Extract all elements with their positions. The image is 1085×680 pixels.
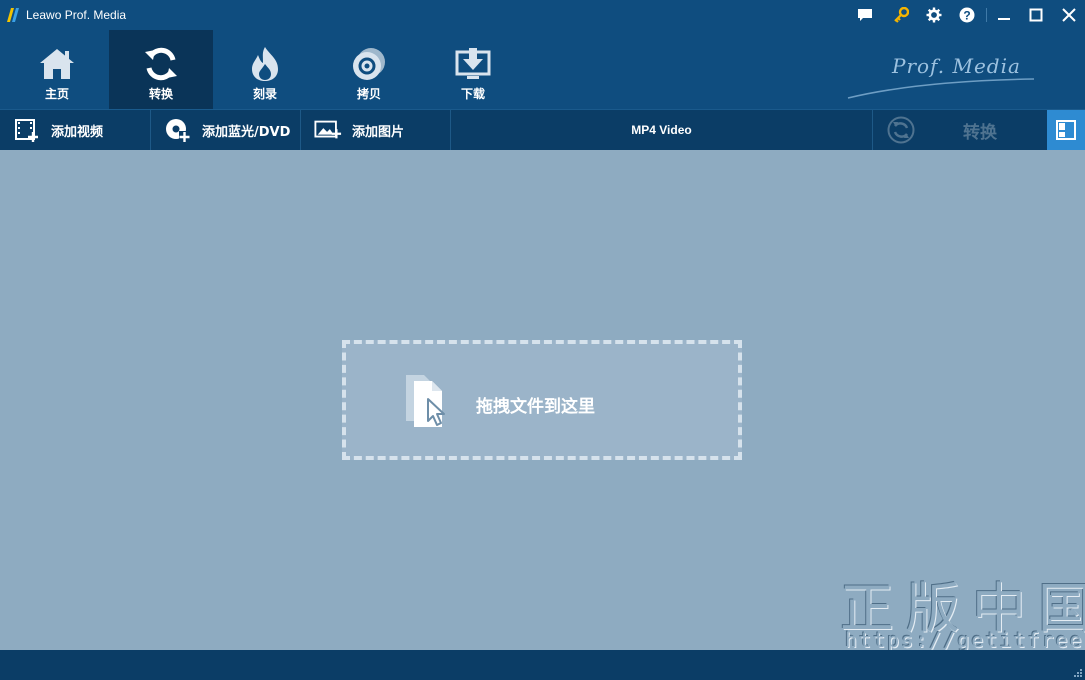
nav-burn[interactable]: 刻录 <box>213 30 317 109</box>
chat-icon[interactable] <box>849 0 881 30</box>
nav-copy[interactable]: 拷贝 <box>317 30 421 109</box>
title-bar: Leawo Prof. Media ? <box>0 0 1085 30</box>
titlebar-divider <box>986 8 987 22</box>
nav-convert-label: 转换 <box>148 87 173 101</box>
status-bar <box>0 650 1085 680</box>
film-add-icon <box>13 118 41 142</box>
add-bluray-button[interactable]: 添加蓝光/DVD <box>151 110 301 150</box>
app-title: Leawo Prof. Media <box>26 8 127 22</box>
layout-toggle-button[interactable] <box>1047 110 1085 150</box>
key-icon[interactable] <box>885 0 917 30</box>
brand-text: Prof. Media <box>892 54 1021 78</box>
drop-zone-text: 拖拽文件到这里 <box>476 397 595 417</box>
burn-icon <box>245 44 285 84</box>
disc-add-icon <box>164 118 192 142</box>
convert-icon <box>141 44 181 84</box>
download-icon <box>453 44 493 84</box>
convert-disabled-icon <box>887 116 915 144</box>
file-drop-icon <box>406 375 445 427</box>
watermark-url: https://getitfree.cn <box>845 628 1085 652</box>
convert-button[interactable]: 转换 <box>874 110 1046 150</box>
layout-icon <box>1056 120 1076 140</box>
nav-download-label: 下载 <box>460 87 485 101</box>
copy-disc-icon <box>349 44 389 84</box>
main-nav: 主页 转换 刻录 拷贝 下载 Prof. Media <box>0 30 1085 109</box>
minimize-icon[interactable] <box>988 0 1020 30</box>
nav-convert[interactable]: 转换 <box>109 30 213 109</box>
app-logo-icon <box>7 8 19 22</box>
nav-copy-label: 拷贝 <box>356 87 381 101</box>
brand-swoosh <box>847 78 1035 99</box>
add-photo-button[interactable]: 添加图片 <box>301 110 451 150</box>
photo-add-icon <box>314 118 342 142</box>
nav-home[interactable]: 主页 <box>5 30 109 109</box>
output-format-selector[interactable]: MP4 Video <box>451 110 873 150</box>
add-photo-label: 添加图片 <box>352 124 405 140</box>
close-icon[interactable] <box>1053 0 1085 30</box>
toolbar: 添加视频 添加蓝光/DVD 添加图片 MP4 Video 转换 <box>0 109 1085 150</box>
nav-download[interactable]: 下载 <box>421 30 525 109</box>
add-bluray-label: 添加蓝光/DVD <box>202 124 291 140</box>
help-icon[interactable]: ? <box>951 0 983 30</box>
home-icon <box>37 44 77 84</box>
add-video-label: 添加视频 <box>51 124 104 140</box>
maximize-icon[interactable] <box>1020 0 1052 30</box>
nav-burn-label: 刻录 <box>252 87 277 101</box>
gear-icon[interactable] <box>918 0 950 30</box>
convert-label: 转换 <box>963 122 997 143</box>
brand-logo: Prof. Media <box>846 46 1036 102</box>
svg-text:?: ? <box>963 9 970 23</box>
drop-zone[interactable]: 拖拽文件到这里 <box>342 340 742 460</box>
nav-home-label: 主页 <box>44 87 69 101</box>
add-video-button[interactable]: 添加视频 <box>0 110 151 150</box>
resize-grip-icon[interactable] <box>1072 667 1082 677</box>
